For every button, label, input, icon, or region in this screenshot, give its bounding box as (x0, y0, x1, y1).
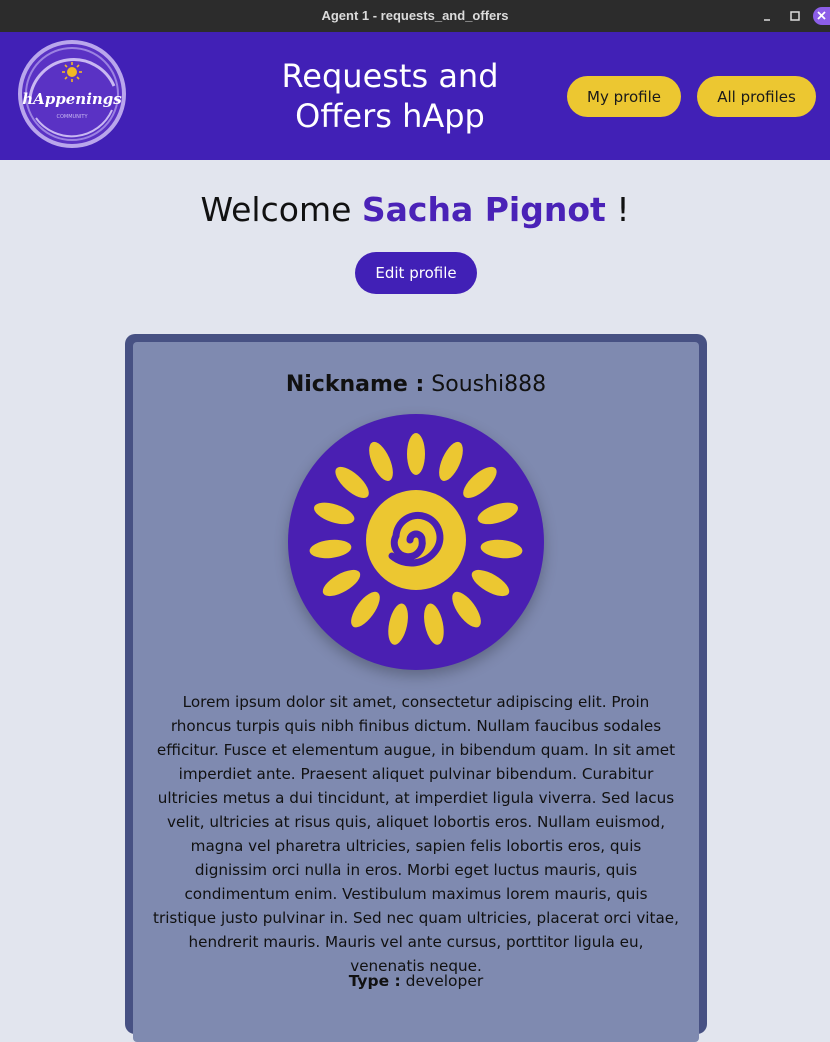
minimize-icon[interactable] (758, 7, 776, 25)
logo-text: hAppenings (22, 90, 122, 108)
profile-bio: Lorem ipsum dolor sit amet, consectetur … (153, 693, 679, 975)
welcome-suffix: ! (616, 190, 630, 229)
welcome-prefix: Welcome (200, 190, 352, 229)
nickname-value: Soushi888 (431, 372, 547, 397)
type-line: Type : developer (133, 972, 699, 990)
maximize-icon[interactable] (786, 7, 804, 25)
nickname-label: Nickname : (285, 372, 425, 397)
window-title: Agent 1 - requests_and_offers (321, 8, 509, 23)
nickname-line: Nickname : Soushi888 (133, 372, 699, 397)
profile-card-body: Nickname : Soushi888 Lorem ipsum dolor s… (133, 342, 699, 1042)
welcome-heading: Welcome Sacha Pignot ! (0, 190, 830, 229)
type-label: Type : (348, 972, 401, 990)
app-header: hAppenings COMMUNITY Requests and Offers… (0, 32, 830, 160)
app-title: Requests and Offers hApp (281, 57, 499, 135)
avatar (288, 414, 544, 670)
all-profiles-button[interactable]: All profiles (697, 76, 816, 117)
window-titlebar: Agent 1 - requests_and_offers (0, 0, 830, 32)
edit-profile-button[interactable]: Edit profile (355, 252, 477, 294)
user-name: Sacha Pignot (361, 190, 606, 229)
profile-card: Nickname : Soushi888 Lorem ipsum dolor s… (125, 334, 707, 1042)
happenings-logo[interactable]: hAppenings COMMUNITY (16, 38, 128, 150)
sun-spiral-avatar (309, 433, 523, 645)
close-icon[interactable] (813, 7, 830, 25)
my-profile-button[interactable]: My profile (567, 76, 681, 117)
logo-subtext: COMMUNITY (56, 114, 88, 120)
type-value: developer (405, 972, 484, 990)
